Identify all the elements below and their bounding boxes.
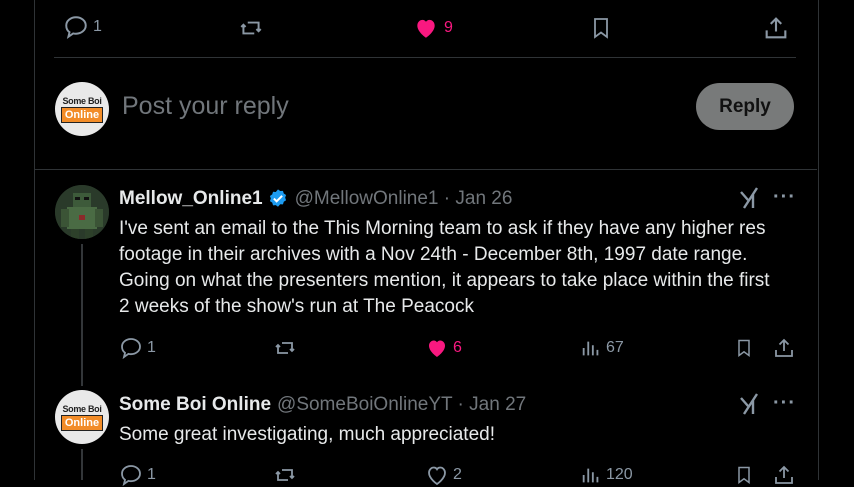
- tweet-text: I've sent an email to the This Morning t…: [119, 218, 770, 317]
- view-count: 67: [606, 339, 624, 356]
- repost-action[interactable]: [237, 15, 265, 41]
- divider: [54, 57, 796, 58]
- views-chart-icon: [582, 341, 599, 356]
- avatar-logo-box: Online: [60, 414, 104, 431]
- reply-count: 1: [147, 466, 156, 483]
- avatar-logo-top: Some Boi: [62, 95, 102, 106]
- view-count: 120: [606, 466, 633, 483]
- repost-action[interactable]: [272, 463, 298, 487]
- avatar-logo-box: Online: [60, 106, 104, 123]
- tweet-header: Mellow_Online1 @MellowOnline1 · Jan 26: [119, 188, 512, 210]
- reply-action[interactable]: 1: [119, 463, 156, 487]
- bookmark-icon: [738, 339, 750, 357]
- bookmark-icon: [738, 466, 750, 484]
- more-options-icon[interactable]: ···: [773, 392, 796, 415]
- heart-filled-icon: [417, 19, 435, 38]
- share-icon: [765, 17, 787, 39]
- repost-icon: [275, 342, 295, 354]
- bookmark-action[interactable]: [734, 336, 754, 360]
- verified-badge-icon: [267, 188, 289, 210]
- share-icon: [775, 465, 793, 484]
- bookmark-icon: [594, 18, 608, 39]
- avatar[interactable]: Some Boi Online: [55, 82, 109, 136]
- reply-icon: [65, 16, 87, 40]
- grok-icon[interactable]: [738, 392, 760, 421]
- share-icon: [775, 338, 793, 357]
- reply-action[interactable]: 1: [63, 14, 102, 40]
- grok-icon[interactable]: [738, 186, 760, 215]
- share-action[interactable]: [762, 14, 790, 42]
- repost-icon: [275, 469, 295, 481]
- more-options-icon[interactable]: ···: [773, 186, 796, 209]
- avatar[interactable]: Some Boi Online: [55, 390, 109, 444]
- like-action[interactable]: 2: [425, 463, 462, 487]
- repost-action[interactable]: [272, 336, 298, 360]
- reply-icon: [121, 338, 141, 360]
- reply-count: 1: [93, 18, 102, 35]
- thread-line: [81, 244, 83, 386]
- views-action[interactable]: 67: [580, 336, 624, 360]
- reply-action[interactable]: 1: [119, 336, 156, 360]
- avatar[interactable]: [55, 185, 109, 239]
- handle-and-date[interactable]: @SomeBoiOnlineYT · Jan 27: [277, 394, 526, 416]
- like-count: 2: [453, 466, 462, 483]
- like-count: 9: [444, 19, 453, 36]
- thread-line: [81, 449, 83, 480]
- heart-outline-icon: [428, 466, 446, 486]
- display-name[interactable]: Mellow_Online1: [119, 188, 263, 210]
- views-action[interactable]: 120: [580, 463, 633, 487]
- share-action[interactable]: [772, 336, 796, 360]
- like-count: 6: [453, 339, 462, 356]
- handle-and-date[interactable]: @MellowOnline1 · Jan 26: [295, 188, 513, 210]
- like-action[interactable]: 9: [412, 15, 453, 41]
- reply-input[interactable]: Post your reply: [122, 92, 289, 121]
- reply-count: 1: [147, 339, 156, 356]
- avatar-character-image: [55, 185, 109, 239]
- heart-filled-icon: [429, 340, 445, 357]
- bookmark-action[interactable]: [589, 14, 613, 42]
- bookmark-action[interactable]: [734, 463, 754, 487]
- tweet-text: Some great investigating, much appreciat…: [119, 424, 495, 445]
- repost-icon: [240, 21, 262, 35]
- divider: [35, 169, 817, 170]
- tweet-header: Some Boi Online @SomeBoiOnlineYT · Jan 2…: [119, 394, 526, 416]
- reply-button[interactable]: Reply: [696, 83, 794, 130]
- avatar-logo-top: Some Boi: [62, 403, 102, 414]
- share-action[interactable]: [772, 463, 796, 487]
- reply-icon: [121, 465, 141, 487]
- views-chart-icon: [582, 468, 599, 483]
- display-name[interactable]: Some Boi Online: [119, 394, 271, 416]
- like-action[interactable]: 6: [425, 336, 462, 360]
